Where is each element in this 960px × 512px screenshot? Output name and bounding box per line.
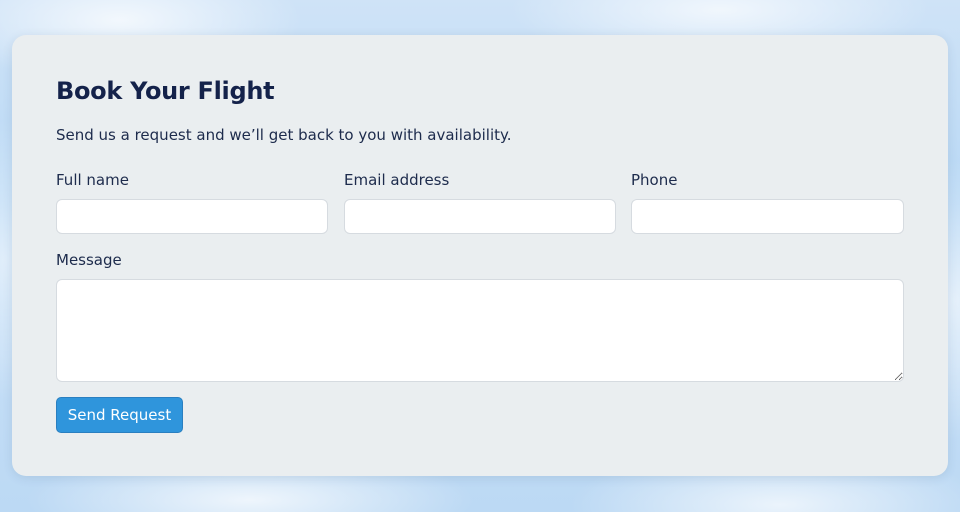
full-name-label: Full name xyxy=(56,171,129,189)
phone-label: Phone xyxy=(631,171,678,189)
email-input[interactable] xyxy=(344,199,616,234)
form-title: Book Your Flight xyxy=(56,77,275,105)
message-label: Message xyxy=(56,251,122,269)
phone-input[interactable] xyxy=(631,199,904,234)
form-subtitle: Send us a request and we’ll get back to … xyxy=(56,126,512,144)
booking-form-card: Book Your Flight Send us a request and w… xyxy=(12,35,948,476)
send-request-button[interactable]: Send Request xyxy=(56,397,183,433)
email-label: Email address xyxy=(344,171,450,189)
message-textarea[interactable] xyxy=(56,279,904,382)
full-name-input[interactable] xyxy=(56,199,328,234)
